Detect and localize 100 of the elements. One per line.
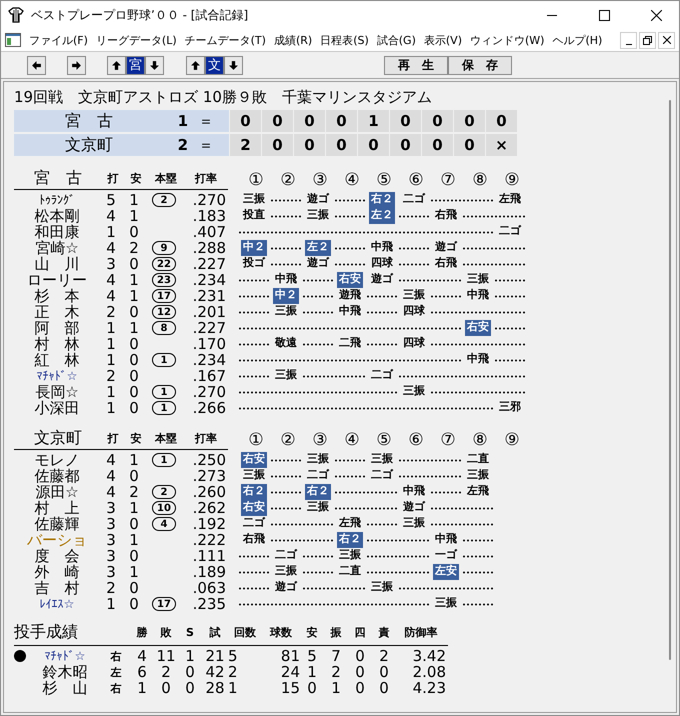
play-result: 右飛 <box>434 208 458 223</box>
hits: 0 <box>128 399 140 417</box>
play-result: 三邪 <box>498 400 522 415</box>
player-name: ﾚｲｴｽ☆ <box>38 597 76 611</box>
play-result: 右飛 <box>434 256 458 271</box>
play-result: 遊ゴ <box>402 500 426 515</box>
batting-average: .189 <box>192 563 226 581</box>
at-bats: 4 <box>105 207 117 225</box>
player-name: 和田康 <box>34 222 80 240</box>
stat-value: 2.08 <box>412 664 446 680</box>
stat-value: 21 <box>204 648 226 664</box>
menu-item[interactable]: チームデータ(T) <box>180 30 270 50</box>
hit-result: 右安 <box>241 452 267 468</box>
team-toggle[interactable]: 宮 <box>126 56 145 74</box>
action-button[interactable]: 保 存 <box>448 56 512 74</box>
stat-value: 81 <box>280 648 300 664</box>
right-arrow-icon <box>71 60 82 70</box>
at-bats: 3 <box>105 499 117 517</box>
column-header: S <box>185 626 195 639</box>
hits: 1 <box>128 563 140 581</box>
stat-value: 2 <box>330 664 342 680</box>
inning-score: 0 <box>230 110 261 132</box>
team-name: 文京町 <box>64 134 114 156</box>
stat-value: 1 <box>330 680 342 696</box>
batting-average: .407 <box>192 223 226 241</box>
hits: 0 <box>128 383 140 401</box>
game-info: 19回戦 文京町アストロズ 10勝９敗 千葉マリンスタジアム <box>14 88 433 106</box>
previous-button[interactable] <box>27 56 46 74</box>
player-name: 宮崎☆ <box>35 238 80 256</box>
at-bats: 5 <box>105 191 117 209</box>
hits: 0 <box>128 579 140 597</box>
up-button[interactable] <box>186 56 205 74</box>
column-header: 敗 <box>159 625 172 640</box>
restore-button[interactable] <box>639 32 656 48</box>
play-result: 中飛 <box>402 484 426 499</box>
inning-header: ④ <box>343 170 361 190</box>
play-result: 遊飛 <box>338 288 362 303</box>
stat-value: 0 <box>184 680 196 696</box>
player-name: 吉 村 <box>34 578 80 598</box>
menu-item[interactable]: ヘルプ(H) <box>548 30 606 50</box>
play-result: 三振 <box>274 304 298 319</box>
stat-value: 5 <box>228 648 239 664</box>
inning-header: ⑥ <box>407 430 425 450</box>
total-runs: 2 <box>176 136 188 154</box>
next-button[interactable] <box>67 56 86 74</box>
batting-average: .270 <box>192 191 226 209</box>
player-name: 村 上 <box>34 498 80 516</box>
play-result: 二ゴ <box>274 548 298 563</box>
player-name: 佐藤都 <box>34 466 80 485</box>
down-button[interactable] <box>224 56 243 74</box>
minimize-icon <box>547 14 557 16</box>
column-header: 本塁 <box>154 171 178 187</box>
player-name: 度 会 <box>34 546 80 564</box>
play-result: 一ゴ <box>434 548 458 563</box>
batting-average: .260 <box>192 483 226 501</box>
menu-item[interactable]: 成績(R) <box>270 30 316 50</box>
menu-item[interactable]: リーグデータ(L) <box>92 30 181 50</box>
total-runs: 1 <box>176 112 188 130</box>
inning-header: ③ <box>311 430 329 450</box>
action-button[interactable]: 再 生 <box>384 56 448 74</box>
up-button[interactable] <box>107 56 126 74</box>
play-result: 三振 <box>338 548 362 563</box>
batting-average: .111 <box>192 547 226 565</box>
inning-score: 0 <box>486 110 517 132</box>
player-name: 紅 林 <box>34 350 80 370</box>
menu-item[interactable]: 表示(V) <box>420 30 466 50</box>
play-result: 三振 <box>402 288 426 303</box>
down-button[interactable] <box>145 56 164 74</box>
inning-header: ⑧ <box>471 430 489 450</box>
home-runs: 2 <box>152 485 176 499</box>
play-result: 右飛 <box>242 532 266 547</box>
batting-average: .273 <box>192 467 226 485</box>
player-name: 杉 本 <box>34 286 80 304</box>
play-result: 三振 <box>370 580 394 595</box>
play-result: 二ゴ <box>370 368 394 383</box>
stat-value: 7 <box>330 648 342 664</box>
hit-result: 右安 <box>241 500 267 516</box>
window-title: ベストプレープロ野球’００ - [試合記録] <box>31 6 250 24</box>
batting-average: .262 <box>192 499 226 517</box>
home-runs: 9 <box>152 241 176 255</box>
hits: 1 <box>128 191 140 209</box>
at-bats: 3 <box>105 563 117 581</box>
hit-result: 中２ <box>273 288 299 304</box>
column-header: 安 <box>130 431 142 447</box>
menu-item[interactable]: ウィンドウ(W) <box>466 30 548 50</box>
stat-value: 0 <box>378 680 390 696</box>
hit-result: 右２ <box>369 192 395 208</box>
hits: 0 <box>128 595 140 613</box>
close-button[interactable] <box>658 32 675 48</box>
play-result: 三振 <box>274 564 298 579</box>
home-runs: 1 <box>152 385 176 399</box>
menu-item[interactable]: ファイル(F) <box>25 30 92 50</box>
column-header: 責 <box>378 625 390 640</box>
down-arrow-icon <box>149 60 160 70</box>
team-toggle[interactable]: 文 <box>205 56 224 74</box>
menu-item[interactable]: 日程表(S) <box>316 30 373 50</box>
minimize-button[interactable] <box>620 32 637 48</box>
menu-item[interactable]: 試合(G) <box>372 30 420 50</box>
play-result: 二ゴ <box>498 224 522 239</box>
batting-average: .063 <box>192 579 226 597</box>
